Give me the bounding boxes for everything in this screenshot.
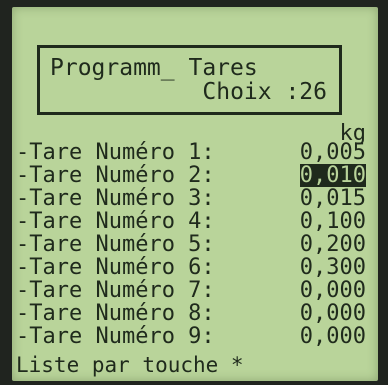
tare-row-9[interactable]: -Tare Numéro 9: 0,000 <box>16 325 372 348</box>
tare-value[interactable]: 0,015 <box>300 187 366 210</box>
tare-label: -Tare Numéro 6: <box>16 255 215 280</box>
tare-value-selected[interactable]: 0,010 <box>299 164 366 187</box>
tare-row-2[interactable]: -Tare Numéro 2: 0,010 <box>16 164 372 187</box>
tare-label: -Tare Numéro 9: <box>16 324 215 349</box>
tare-value[interactable]: 0,000 <box>300 325 366 348</box>
title-box: Programm_ Tares Choix :26 <box>37 45 342 115</box>
tare-value[interactable]: 0,300 <box>300 256 366 279</box>
tare-row-5[interactable]: -Tare Numéro 5: 0,200 <box>16 233 372 256</box>
tare-row-6[interactable]: -Tare Numéro 6: 0,300 <box>16 256 372 279</box>
tare-label: -Tare Numéro 2: <box>16 163 215 188</box>
tare-value[interactable]: 0,200 <box>300 233 366 256</box>
lcd-screen: Programm_ Tares Choix :26 kg -Tare Numér… <box>12 7 378 381</box>
tare-label: -Tare Numéro 3: <box>16 186 215 211</box>
tare-label: -Tare Numéro 4: <box>16 209 215 234</box>
tare-list: -Tare Numéro 1: 0,005 -Tare Numéro 2: 0,… <box>16 141 372 348</box>
tare-row-3[interactable]: -Tare Numéro 3: 0,015 <box>16 187 372 210</box>
tare-row-1[interactable]: -Tare Numéro 1: 0,005 <box>16 141 372 164</box>
tare-label: -Tare Numéro 1: <box>16 140 215 165</box>
program-title: Programm_ Tares <box>50 55 258 81</box>
tare-label: -Tare Numéro 8: <box>16 301 215 326</box>
tare-label: -Tare Numéro 5: <box>16 232 215 257</box>
tare-value[interactable]: 0,100 <box>300 210 366 233</box>
tare-value[interactable]: 0,005 <box>300 141 366 164</box>
tare-value[interactable]: 0,000 <box>300 279 366 302</box>
tare-label: -Tare Numéro 7: <box>16 278 215 303</box>
choice-indicator: Choix :26 <box>202 79 327 105</box>
tare-row-4[interactable]: -Tare Numéro 4: 0,100 <box>16 210 372 233</box>
device-bezel: Programm_ Tares Choix :26 kg -Tare Numér… <box>0 0 388 385</box>
footer-hint: Liste par touche * <box>16 353 244 377</box>
tare-value[interactable]: 0,000 <box>300 302 366 325</box>
tare-row-7[interactable]: -Tare Numéro 7: 0,000 <box>16 279 372 302</box>
tare-row-8[interactable]: -Tare Numéro 8: 0,000 <box>16 302 372 325</box>
